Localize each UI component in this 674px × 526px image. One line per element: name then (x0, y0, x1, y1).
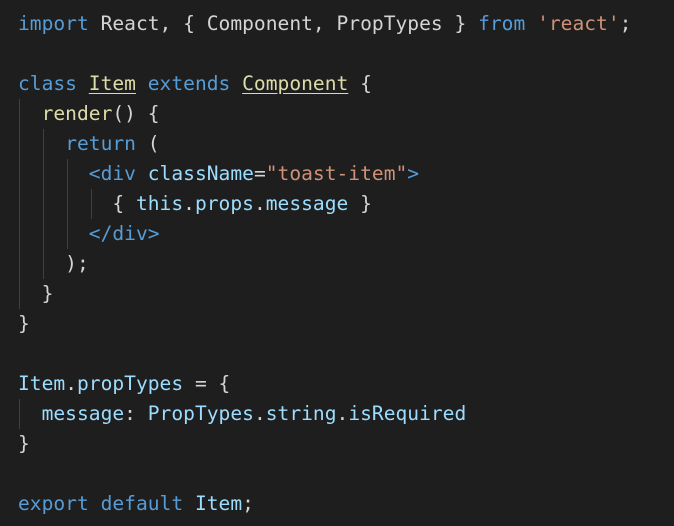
code-token: Item (194, 492, 243, 515)
code-token: . (253, 192, 266, 215)
indent-guide (19, 399, 20, 429)
code-token: <div (88, 162, 136, 185)
indent-guide (19, 99, 20, 129)
code-token: isRequired (348, 402, 467, 425)
code-token: React, { Component, PropTypes } (88, 12, 479, 35)
code-token: . (253, 402, 266, 425)
code-token: message (265, 192, 349, 215)
code-token: > (407, 162, 420, 185)
code-line[interactable]: Item.propTypes = { (18, 369, 674, 399)
code-token: message (41, 402, 125, 425)
code-token: = (253, 162, 266, 185)
code-token: . (65, 372, 77, 395)
code-token: render (41, 102, 113, 125)
code-line[interactable]: return ( (18, 129, 674, 159)
code-token: { (18, 192, 136, 215)
indent-guide (43, 189, 44, 219)
code-token: } (18, 282, 54, 305)
code-line[interactable] (18, 39, 674, 69)
indent-guide (19, 159, 20, 189)
indent-guide (67, 219, 68, 249)
code-token: ; (619, 12, 632, 35)
code-token: } (18, 432, 30, 455)
code-line[interactable]: ); (18, 249, 674, 279)
code-line[interactable]: import React, { Component, PropTypes } f… (18, 9, 674, 39)
code-token: export (18, 492, 89, 515)
code-editor[interactable]: import React, { Component, PropTypes } f… (0, 0, 674, 526)
code-line[interactable] (18, 339, 674, 369)
code-token: . (336, 402, 349, 425)
code-token: class (18, 72, 77, 95)
code-line[interactable]: </div> (18, 219, 674, 249)
code-token: this (135, 192, 184, 215)
code-token: Component (242, 72, 349, 95)
code-line[interactable]: } (18, 309, 674, 339)
code-token: . (183, 192, 195, 215)
code-token: { (348, 72, 372, 95)
code-token: string (265, 402, 337, 425)
code-token: "toast-item" (265, 162, 408, 185)
code-token: props (194, 192, 254, 215)
code-token: Item (18, 372, 66, 395)
code-token: from (478, 12, 526, 35)
indent-guide (19, 279, 20, 309)
code-token: </div> (88, 222, 160, 245)
code-line[interactable]: <div className="toast-item"> (18, 159, 674, 189)
code-token: propTypes (76, 372, 184, 395)
code-token: default (100, 492, 184, 515)
code-token: () { (112, 102, 160, 125)
code-line[interactable]: { this.props.message } (18, 189, 674, 219)
code-token: : (124, 402, 148, 425)
indent-guide (91, 189, 92, 219)
code-token: 'react' (537, 12, 620, 35)
indent-guide (43, 219, 44, 249)
code-token: extends (147, 72, 231, 95)
indent-guide (19, 249, 20, 279)
code-line[interactable] (18, 459, 674, 489)
code-token: = { (183, 372, 231, 395)
code-token: return (65, 132, 136, 155)
indent-guide (19, 189, 20, 219)
code-line[interactable]: message: PropTypes.string.isRequired (18, 399, 674, 429)
indent-guide (19, 219, 20, 249)
code-token: Item (88, 72, 136, 95)
indent-guide (67, 159, 68, 189)
code-line[interactable]: } (18, 279, 674, 309)
code-token: import (18, 12, 89, 35)
code-token: ( (135, 132, 160, 155)
code-line[interactable]: } (18, 429, 674, 459)
code-token: ; (242, 492, 254, 515)
code-line[interactable]: render() { (18, 99, 674, 129)
indent-guide (43, 129, 44, 159)
code-token: ); (18, 252, 89, 275)
indent-guide (43, 159, 44, 189)
code-line[interactable]: class Item extends Component { (18, 69, 674, 99)
indent-guide (43, 249, 44, 279)
code-token: PropTypes (147, 402, 254, 425)
code-token: className (147, 162, 254, 185)
indent-guide (67, 189, 68, 219)
indent-guide (19, 129, 20, 159)
code-token: } (348, 192, 372, 215)
code-token: } (18, 312, 30, 335)
code-line[interactable]: export default Item; (18, 489, 674, 519)
